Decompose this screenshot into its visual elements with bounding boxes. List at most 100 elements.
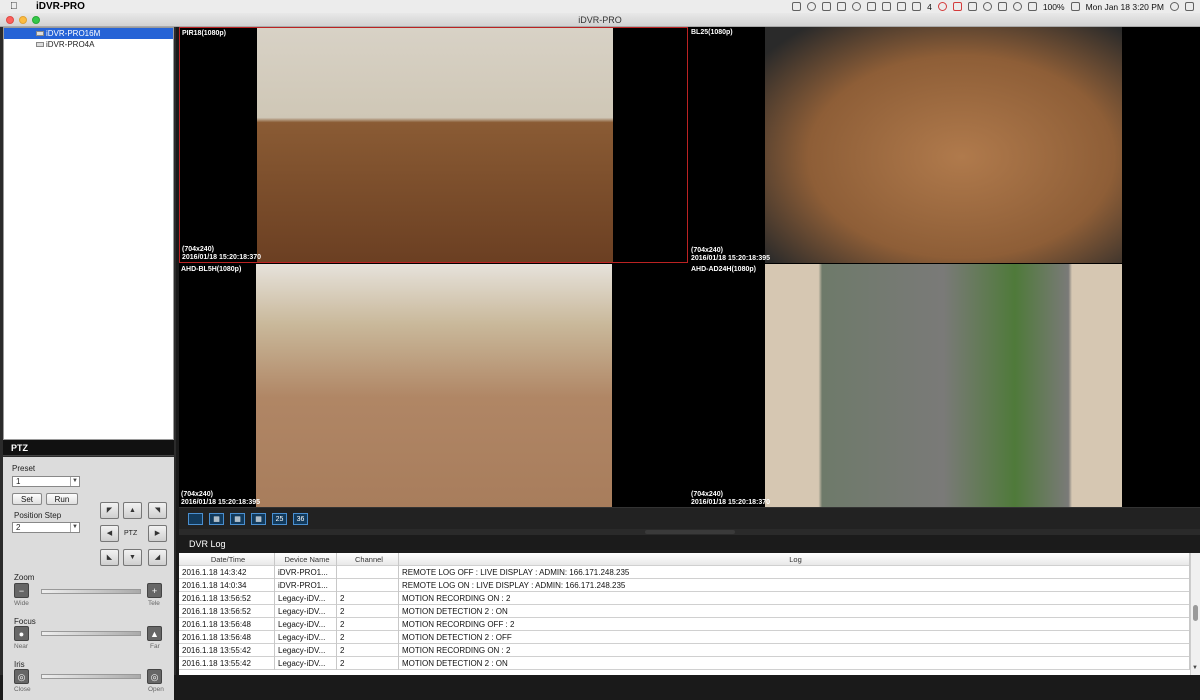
- camera-name: BL25(1080p): [691, 29, 733, 36]
- table-row[interactable]: 2016.1.18 13:55:42 Legacy-iDV... 2 MOTION D…: [179, 657, 1190, 670]
- cell-device: iDVR-PRO1...: [275, 566, 337, 579]
- device-tree: iDVR-PRO16M iDVR-PRO4A: [3, 27, 174, 440]
- ptz-left-button[interactable]: ◀: [100, 525, 119, 542]
- cell-channel: [337, 566, 399, 579]
- battery-icon[interactable]: [1070, 2, 1080, 11]
- preset-select[interactable]: 1 ▼: [12, 476, 80, 487]
- iris-open-icon[interactable]: ◎: [147, 669, 162, 684]
- table-row[interactable]: 2016.1.18 13:56:52 Legacy-iDV... 2 MOTION R…: [179, 592, 1190, 605]
- ptz-header: PTZ: [3, 440, 174, 456]
- layout-36-button[interactable]: 36: [293, 513, 308, 525]
- layout-25-button[interactable]: 25: [272, 513, 287, 525]
- camera-view-4[interactable]: AHD-AD24H(1080p) (704x240) 2016/01/18 15:…: [689, 264, 1200, 507]
- camera-feed-image: [765, 27, 1122, 263]
- iris-label: Iris: [14, 660, 25, 669]
- zoom-in-icon[interactable]: +: [147, 583, 162, 598]
- wifi-icon[interactable]: [1012, 2, 1022, 11]
- focus-far-icon[interactable]: ▲: [147, 626, 162, 641]
- ptz-up-left-button[interactable]: ◤: [100, 502, 119, 519]
- gear-icon[interactable]: [897, 2, 907, 11]
- zoom-window-button[interactable]: [32, 16, 40, 24]
- flag-icon[interactable]: [792, 2, 802, 11]
- cell-device: Legacy-iDV...: [275, 592, 337, 605]
- camera-view-3[interactable]: AHD-BL5H(1080p) (704x240) 2016/01/18 15:2…: [179, 264, 688, 507]
- camera-view-1[interactable]: PIR18(1080p) (704x240) 2016/01/18 15:20:1…: [179, 27, 688, 263]
- col-channel[interactable]: Channel: [337, 553, 399, 566]
- cell-datetime: 2016.1.18 13:55:42: [179, 657, 275, 670]
- log-scrollbar[interactable]: ▼: [1190, 553, 1200, 675]
- zoom-slider[interactable]: [41, 589, 141, 594]
- clipboard-icon[interactable]: [837, 2, 847, 11]
- dvr-device-icon: [36, 42, 44, 47]
- cell-datetime: 2016.1.18 14:3:42: [179, 566, 275, 579]
- adobe-icon[interactable]: [912, 2, 922, 11]
- camera-feed-image: [256, 264, 612, 507]
- volume-icon[interactable]: [1027, 2, 1037, 11]
- download-icon[interactable]: [852, 2, 862, 11]
- ptz-down-right-button[interactable]: ◢: [148, 549, 167, 566]
- table-row[interactable]: 2016.1.18 13:55:42 Legacy-iDV... 2 MOTION R…: [179, 644, 1190, 657]
- cell-datetime: 2016.1.18 13:56:48: [179, 631, 275, 644]
- table-row[interactable]: 2016.1.18 14:3:42 iDVR-PRO1... REMOTE LOG …: [179, 566, 1190, 579]
- app-status-icon[interactable]: [822, 2, 832, 11]
- cell-channel: 2: [337, 592, 399, 605]
- layout-1x1-button[interactable]: [188, 513, 203, 525]
- col-datetime[interactable]: Date/Time: [179, 553, 275, 566]
- preset-run-button[interactable]: Run: [46, 493, 78, 505]
- tree-item-idvr-pro16m[interactable]: iDVR-PRO16M: [4, 28, 173, 39]
- cell-channel: 2: [337, 657, 399, 670]
- camera-icon[interactable]: [867, 2, 877, 11]
- tree-item-idvr-pro4a[interactable]: iDVR-PRO4A: [4, 39, 173, 50]
- focus-near-icon[interactable]: ●: [14, 626, 29, 641]
- table-row[interactable]: 2016.1.18 13:56:48 Legacy-iDV... 2 MOTION R…: [179, 618, 1190, 631]
- col-log[interactable]: Log: [399, 553, 1190, 566]
- display-icon[interactable]: [967, 2, 977, 11]
- layout-2x2-button[interactable]: ▦: [209, 513, 224, 525]
- scroll-down-arrow[interactable]: ▼: [1192, 665, 1198, 671]
- camera-feed-image: [257, 28, 613, 262]
- layout-3x3-button[interactable]: ▦: [230, 513, 245, 525]
- camera-view-2[interactable]: BL25(1080p) (704x240) 2016/01/18 15:20:18…: [689, 27, 1200, 263]
- close-window-button[interactable]: [6, 16, 14, 24]
- table-row[interactable]: 2016.1.18 13:56:48 Legacy-iDV... 2 MOTION D…: [179, 631, 1190, 644]
- time-machine-icon[interactable]: [982, 2, 992, 11]
- app-menu[interactable]: iDVR-PRO: [36, 1, 85, 12]
- ptz-right-button[interactable]: ▶: [148, 525, 167, 542]
- notification-count: 4: [927, 1, 932, 12]
- dvr-log-table: Date/Time Device Name Channel Log 2016.1…: [179, 553, 1190, 675]
- cell-device: Legacy-iDV...: [275, 605, 337, 618]
- table-row[interactable]: 2016.1.18 14:0:34 iDVR-PRO1... REMOTE LOG …: [179, 579, 1190, 592]
- scrollbar-thumb[interactable]: [1193, 605, 1198, 621]
- window-titlebar: iDVR-PRO: [0, 13, 1200, 27]
- layout-4x4-button[interactable]: ▦: [251, 513, 266, 525]
- blocked-icon[interactable]: [937, 2, 947, 11]
- audio-icon[interactable]: [807, 2, 817, 11]
- minimize-window-button[interactable]: [19, 16, 27, 24]
- ptz-down-left-button[interactable]: ◣: [100, 549, 119, 566]
- pause-icon[interactable]: [952, 2, 962, 11]
- camera-name: AHD-AD24H(1080p): [691, 266, 756, 273]
- left-panel: iDVR-PRO16M iDVR-PRO4A PTZ Preset 1 ▼ Set…: [0, 27, 176, 700]
- dropbox-icon[interactable]: [882, 2, 892, 11]
- zoom-out-icon[interactable]: −: [14, 583, 29, 598]
- cell-device: Legacy-iDV...: [275, 657, 337, 670]
- ptz-up-right-button[interactable]: ◥: [148, 502, 167, 519]
- position-step-select[interactable]: 2 ▼: [12, 522, 80, 533]
- cell-log: MOTION RECORDING ON : 2: [399, 592, 1190, 605]
- apple-icon[interactable]: : [10, 1, 22, 12]
- cell-log: MOTION RECORDING ON : 2: [399, 644, 1190, 657]
- preset-set-button[interactable]: Set: [12, 493, 42, 505]
- ptz-up-button[interactable]: ▲: [123, 502, 142, 519]
- search-icon[interactable]: [1170, 2, 1179, 11]
- preset-label: Preset: [12, 464, 36, 473]
- table-row[interactable]: 2016.1.18 13:56:52 Legacy-iDV... 2 MOTION D…: [179, 605, 1190, 618]
- ptz-down-button[interactable]: ▼: [123, 549, 142, 566]
- focus-slider[interactable]: [41, 631, 141, 636]
- list-icon[interactable]: [1185, 2, 1194, 11]
- iris-open-label: Open: [148, 686, 164, 693]
- col-device-name[interactable]: Device Name: [275, 553, 337, 566]
- iris-close-icon[interactable]: ◎: [14, 669, 29, 684]
- clock[interactable]: Mon Jan 18 3:20 PM: [1086, 2, 1164, 12]
- bluetooth-icon[interactable]: [997, 2, 1007, 11]
- cell-channel: 2: [337, 631, 399, 644]
